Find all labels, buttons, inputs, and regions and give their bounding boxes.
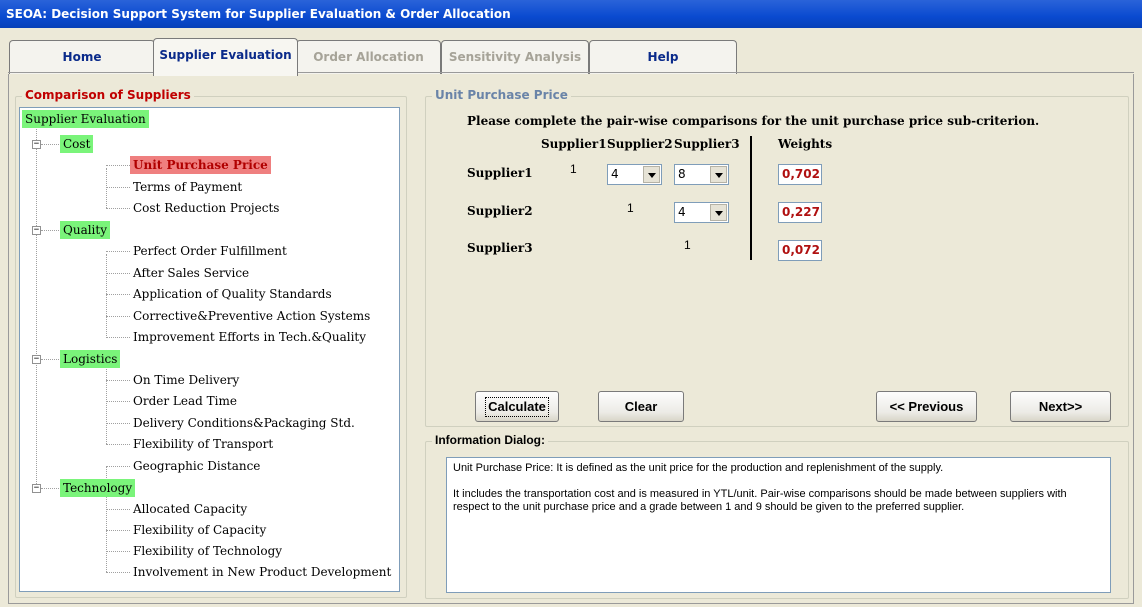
col-header-supplier1: Supplier1 <box>541 137 607 151</box>
tree-connector <box>106 380 130 381</box>
tree-item-delivery-conditions[interactable]: Delivery Conditions&Packaging Std. <box>133 414 355 432</box>
tree-item-allocated-capacity[interactable]: Allocated Capacity <box>133 500 247 518</box>
compare-s1-s2-select[interactable]: 4 <box>607 164 662 185</box>
tree-item-after-sales-service[interactable]: After Sales Service <box>133 264 249 282</box>
tree-connector <box>106 509 130 510</box>
row-label-supplier2: Supplier2 <box>467 204 533 218</box>
col-header-supplier3: Supplier3 <box>674 137 740 151</box>
tree-connector <box>106 251 130 252</box>
chevron-down-icon[interactable] <box>710 204 727 221</box>
calculate-button[interactable]: Calculate <box>475 391 559 422</box>
col-header-supplier2: Supplier2 <box>607 137 673 151</box>
tree-connector <box>106 273 130 274</box>
tree-connector <box>106 360 107 444</box>
tree-connector <box>106 337 130 338</box>
tree-connector <box>106 316 130 317</box>
tab-home[interactable]: Home <box>9 40 155 74</box>
window-title: SEOA: Decision Support System for Suppli… <box>0 0 1142 28</box>
tree-category-quality[interactable]: Quality <box>60 221 110 239</box>
tab-supplier-evaluation[interactable]: Supplier Evaluation <box>153 38 298 76</box>
tree-root[interactable]: Supplier Evaluation <box>22 110 149 128</box>
chevron-down-icon[interactable] <box>643 166 660 183</box>
collapse-technology-icon[interactable]: − <box>32 484 41 493</box>
tree-connector <box>41 488 61 489</box>
tree-connector <box>106 294 130 295</box>
tree-item-corrective-preventive[interactable]: Corrective&Preventive Action Systems <box>133 307 370 325</box>
tree-connector <box>36 124 37 490</box>
tree-item-new-product-development[interactable]: Involvement in New Product Development <box>133 563 391 581</box>
tree-connector <box>41 144 61 145</box>
comparison-groupbox-title: Comparison of Suppliers <box>22 88 194 102</box>
compare-s2-s3-select[interactable]: 4 <box>674 202 729 223</box>
tree-connector <box>106 466 130 467</box>
tree-item-improvement-efforts[interactable]: Improvement Efforts in Tech.&Quality <box>133 328 366 346</box>
tree-item-perfect-order-fulfillment[interactable]: Perfect Order Fulfillment <box>133 242 287 260</box>
tree-connector <box>106 530 130 531</box>
tree-connector <box>106 401 130 402</box>
row-label-supplier1: Supplier1 <box>467 166 533 180</box>
diag-value: 1 <box>570 162 577 176</box>
next-button[interactable]: Next>> <box>1010 391 1111 422</box>
weight-supplier1: 0,702 <box>778 164 822 185</box>
select-value: 4 <box>611 167 619 181</box>
collapse-quality-icon[interactable]: − <box>32 226 41 235</box>
select-value: 8 <box>678 167 686 181</box>
tree-item-cost-reduction-projects[interactable]: Cost Reduction Projects <box>133 199 279 217</box>
information-text-area[interactable]: Unit Purchase Price: It is defined as th… <box>446 457 1111 593</box>
info-paragraph: Unit Purchase Price: It is defined as th… <box>453 462 944 474</box>
tree-item-flexibility-of-capacity[interactable]: Flexibility of Capacity <box>133 521 266 539</box>
tree-connector <box>106 187 130 188</box>
select-value: 4 <box>678 205 686 219</box>
collapse-logistics-icon[interactable]: − <box>32 355 41 364</box>
previous-button[interactable]: << Previous <box>876 391 977 422</box>
tree-connector <box>106 444 130 445</box>
calculate-button-label: Calculate <box>485 397 549 417</box>
weight-supplier2: 0,227 <box>778 202 822 223</box>
diag-value: 1 <box>684 238 691 252</box>
tree-category-cost[interactable]: Cost <box>60 135 94 153</box>
clear-button[interactable]: Clear <box>598 391 684 422</box>
tree-item-geographic-distance[interactable]: Geographic Distance <box>133 457 260 475</box>
tree-connector <box>106 423 130 424</box>
tree-connector <box>41 230 61 231</box>
matrix-divider <box>750 136 752 260</box>
tree-connector <box>41 359 61 360</box>
tab-help[interactable]: Help <box>589 40 737 74</box>
tree-category-technology[interactable]: Technology <box>60 479 136 497</box>
tree-item-flexibility-of-technology[interactable]: Flexibility of Technology <box>133 542 282 560</box>
weights-header: Weights <box>778 137 833 151</box>
information-dialog-title: Information Dialog: <box>432 433 548 447</box>
criteria-tree[interactable]: Supplier Evaluation − Cost Unit Purchase… <box>19 107 400 592</box>
info-paragraph: It includes the transportation cost and … <box>453 488 1067 513</box>
tree-connector <box>106 208 130 209</box>
tree-connector <box>106 165 130 166</box>
tree-category-logistics[interactable]: Logistics <box>60 350 121 368</box>
row-label-supplier3: Supplier3 <box>467 241 533 255</box>
tree-item-on-time-delivery[interactable]: On Time Delivery <box>133 371 239 389</box>
tree-connector <box>106 168 107 208</box>
tab-sensitivity-analysis[interactable]: Sensitivity Analysis <box>441 40 589 74</box>
tree-connector <box>106 254 107 338</box>
tree-connector <box>106 572 130 573</box>
chevron-down-icon[interactable] <box>710 166 727 183</box>
collapse-cost-icon[interactable]: − <box>32 140 41 149</box>
tree-connector <box>106 551 130 552</box>
tree-item-quality-standards[interactable]: Application of Quality Standards <box>133 285 332 303</box>
unit-purchase-price-groupbox: Unit Purchase Price <box>425 88 1129 427</box>
groupbox-title: Unit Purchase Price <box>432 88 571 102</box>
compare-s1-s3-select[interactable]: 8 <box>674 164 729 185</box>
tree-item-flexibility-of-transport[interactable]: Flexibility of Transport <box>133 435 273 453</box>
tab-order-allocation[interactable]: Order Allocation <box>296 40 441 74</box>
tree-item-unit-purchase-price[interactable]: Unit Purchase Price <box>130 156 271 174</box>
tab-strip: Home Supplier Evaluation Order Allocatio… <box>0 28 1142 76</box>
weight-supplier3: 0,072 <box>778 240 822 261</box>
tree-item-order-lead-time[interactable]: Order Lead Time <box>133 392 237 410</box>
instruction-text: Please complete the pair-wise comparison… <box>467 114 1040 128</box>
diag-value: 1 <box>627 201 634 215</box>
tree-item-terms-of-payment[interactable]: Terms of Payment <box>133 178 242 196</box>
